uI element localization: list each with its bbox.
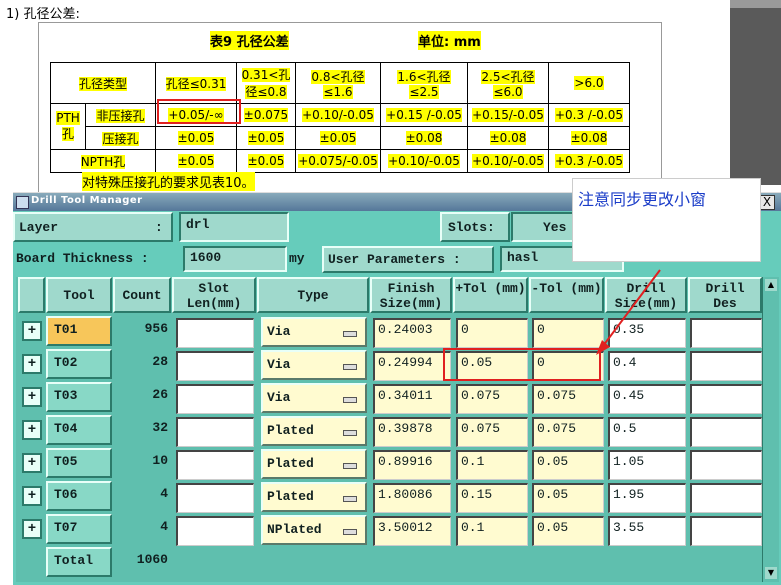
annotation-arrow-line <box>599 269 661 351</box>
annotation-arrow <box>596 269 661 355</box>
annotation-red-box <box>443 348 601 381</box>
